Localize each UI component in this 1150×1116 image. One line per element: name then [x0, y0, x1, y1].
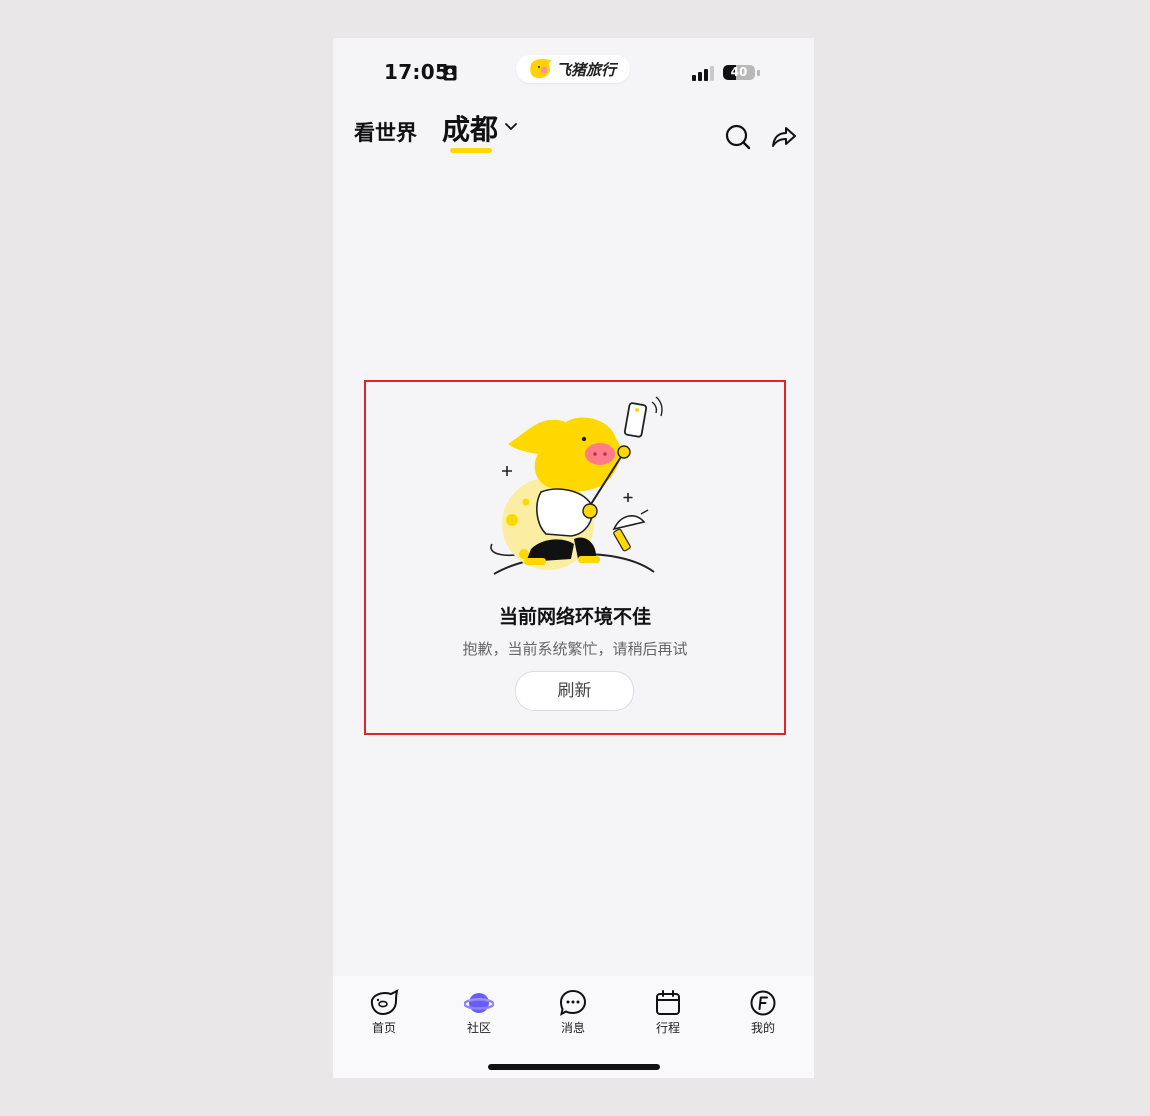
refresh-button[interactable]: 刷新 [515, 671, 634, 711]
planet-icon [464, 993, 494, 1013]
tab-see-world[interactable]: 看世界 [354, 117, 417, 147]
app-indicator-pill[interactable]: 飞猪旅行 [516, 55, 630, 83]
phone-screen: 17:05 飞猪旅行 40 看世界 成都 当前网络环境不佳 抱歉，当前系统繁忙，… [333, 38, 814, 1078]
profile-f-icon [750, 990, 776, 1016]
error-title: 当前网络环境不佳 [498, 606, 651, 628]
active-tab-underline [450, 148, 492, 153]
error-subtitle: 抱歉，当前系统繁忙，请稍后再试 [462, 640, 688, 658]
fliggy-logo-icon [530, 59, 552, 79]
tabbar-item-messages[interactable]: 消息 [543, 988, 603, 1036]
battery-indicator: 40 [723, 64, 761, 82]
calendar-icon [656, 990, 680, 1015]
share-icon[interactable] [770, 122, 798, 150]
pig-home-icon [370, 989, 399, 1016]
tabbar-label-community: 社区 [466, 1021, 491, 1035]
chevron-down-icon[interactable] [504, 122, 518, 132]
battery-percent: 40 [730, 65, 748, 79]
tabbar-item-home[interactable]: 首页 [354, 988, 414, 1036]
tabbar-label-itinerary: 行程 [655, 1021, 680, 1035]
cellular-signal-icon [692, 66, 714, 81]
tabbar-item-itinerary[interactable]: 行程 [638, 988, 698, 1036]
home-indicator[interactable] [488, 1064, 660, 1070]
status-time: 17:05 [384, 60, 450, 84]
bottom-tab-bar: 首页 社区 消息 行程 我的 [333, 976, 814, 1078]
pig-selfie-illustration [490, 396, 663, 575]
tabbar-label-profile: 我的 [750, 1021, 775, 1035]
battery-nub [757, 70, 760, 76]
network-error-panel: 当前网络环境不佳 抱歉，当前系统繁忙，请稍后再试 刷新 [364, 380, 786, 735]
message-icon [559, 989, 587, 1016]
tab-city-selector[interactable]: 成都 [442, 108, 498, 148]
contact-card-icon [443, 65, 457, 81]
tabbar-label-home: 首页 [371, 1021, 396, 1035]
search-icon[interactable] [724, 123, 752, 151]
tabbar-item-profile[interactable]: 我的 [733, 988, 793, 1036]
tabbar-label-messages: 消息 [560, 1021, 585, 1035]
tabbar-item-community[interactable]: 社区 [449, 988, 509, 1036]
app-name: 飞猪旅行 [556, 61, 617, 79]
